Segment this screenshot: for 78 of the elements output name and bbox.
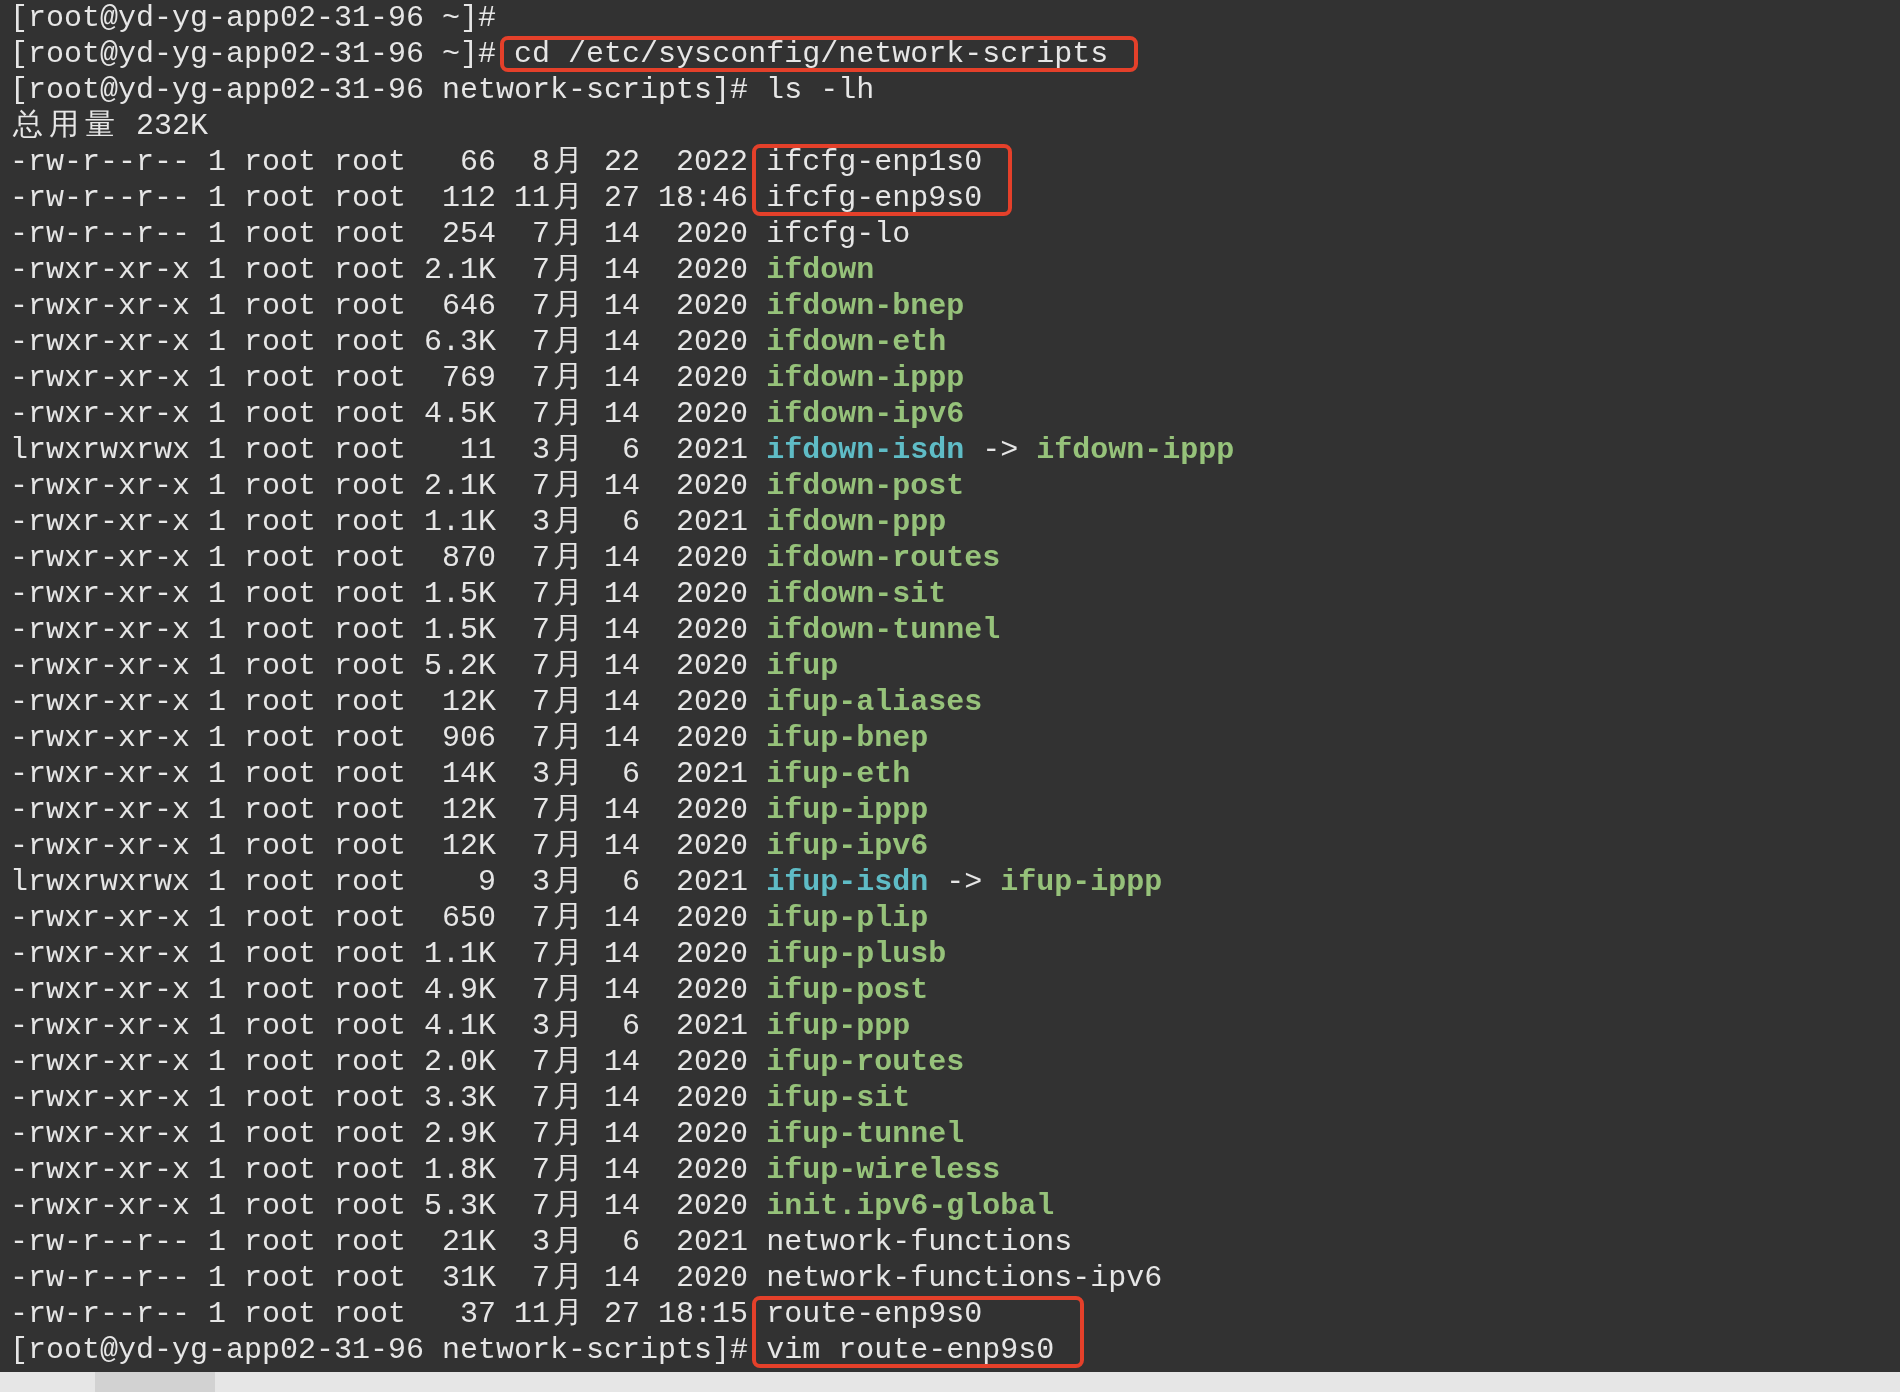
executable-file-name: ifup-wireless — [766, 1153, 1001, 1187]
executable-file-name: ifup-routes — [766, 1045, 965, 1079]
terminal-text: -rw-r--r-- 1 root root 21K 3月 6 2021 — [10, 1225, 750, 1259]
executable-file-name: ifdown-ppp — [766, 505, 947, 539]
terminal-text: route-enp9s0 — [766, 1297, 983, 1331]
terminal-text: -rwxr-xr-x 1 root root 5.3K 7月 14 2020 — [10, 1189, 750, 1223]
terminal-text: -rwxr-xr-x 1 root root 4.9K 7月 14 2020 — [10, 973, 750, 1007]
executable-file-name: init.ipv6-global — [766, 1189, 1055, 1223]
terminal-text: network-functions — [766, 1225, 1073, 1259]
terminal-text: [root@yd-yg-app02-31-96 ~]# — [10, 37, 498, 71]
terminal-text: lrwxrwxrwx 1 root root 11 3月 6 2021 — [10, 433, 750, 467]
executable-file-name: ifup-tunnel — [766, 1117, 965, 1151]
executable-file-name: ifdown-routes — [766, 541, 1001, 575]
terminal-text: -rwxr-xr-x 1 root root 1.5K 7月 14 2020 — [10, 577, 750, 611]
symlink-name: ifdown-isdn — [766, 433, 965, 467]
terminal-text: -rwxr-xr-x 1 root root 1.5K 7月 14 2020 — [10, 613, 750, 647]
terminal-text: -rwxr-xr-x 1 root root 4.1K 3月 6 2021 — [10, 1009, 750, 1043]
executable-file-name: ifup-sit — [766, 1081, 911, 1115]
terminal-text: ifcfg-lo — [766, 217, 911, 251]
terminal-text: -rw-r--r-- 1 root root 31K 7月 14 2020 — [10, 1261, 750, 1295]
scrollbar-thumb[interactable] — [95, 1372, 215, 1392]
terminal-text: -rwxr-xr-x 1 root root 1.1K 7月 14 2020 — [10, 937, 750, 971]
terminal-text: -rwxr-xr-x 1 root root 650 7月 14 2020 — [10, 901, 750, 935]
executable-file-name: ifup-ppp — [766, 1009, 911, 1043]
terminal-text: -rwxr-xr-x 1 root root 5.2K 7月 14 2020 — [10, 649, 750, 683]
terminal-text: cd /etc/sysconfig/network-scripts — [514, 37, 1109, 71]
terminal-text: -rwxr-xr-x 1 root root 12K 7月 14 2020 — [10, 685, 750, 719]
terminal-text: -rwxr-xr-x 1 root root 906 7月 14 2020 — [10, 721, 750, 755]
executable-file-name: ifup-ippp — [1000, 865, 1163, 899]
executable-file-name: ifdown-eth — [766, 325, 947, 359]
terminal-text: -rwxr-xr-x 1 root root 14K 3月 6 2021 — [10, 757, 750, 791]
executable-file-name: ifup-ipv6 — [766, 829, 929, 863]
executable-file-name: ifdown-post — [766, 469, 965, 503]
terminal-text: -rwxr-xr-x 1 root root 12K 7月 14 2020 — [10, 793, 750, 827]
terminal-text: -rwxr-xr-x 1 root root 6.3K 7月 14 2020 — [10, 325, 750, 359]
terminal-text: vim route-enp9s0 — [766, 1333, 1055, 1367]
terminal-text: -rw-r--r-- 1 root root 66 8月 22 2022 — [10, 145, 750, 179]
terminal-text: -rwxr-xr-x 1 root root 1.8K 7月 14 2020 — [10, 1153, 750, 1187]
executable-file-name: ifdown-sit — [766, 577, 947, 611]
executable-file-name: ifup — [766, 649, 839, 683]
terminal-text: -rwxr-xr-x 1 root root 3.3K 7月 14 2020 — [10, 1081, 750, 1115]
terminal-text: -> — [945, 865, 984, 899]
executable-file-name: ifup-post — [766, 973, 929, 1007]
terminal-text: -rwxr-xr-x 1 root root 2.1K 7月 14 2020 — [10, 253, 750, 287]
terminal-text: ifcfg-enp9s0 — [766, 181, 983, 215]
terminal-text: 总用量 232K — [12, 109, 208, 143]
executable-file-name: ifup-aliases — [766, 685, 983, 719]
terminal-text: ifcfg-enp1s0 — [766, 145, 983, 179]
executable-file-name: ifdown-ippp — [766, 361, 965, 395]
executable-file-name: ifdown — [766, 253, 875, 287]
terminal-text: -rwxr-xr-x 1 root root 2.0K 7月 14 2020 — [10, 1045, 750, 1079]
executable-file-name: ifdown-ipv6 — [766, 397, 965, 431]
executable-file-name: ifdown-tunnel — [766, 613, 1001, 647]
executable-file-name: ifup-plip — [766, 901, 929, 935]
terminal-text: -rw-r--r-- 1 root root 112 11月 27 18:46 — [10, 181, 750, 215]
executable-file-name: ifup-ippp — [766, 793, 929, 827]
executable-file-name: ifup-plusb — [766, 937, 947, 971]
terminal-text: -rwxr-xr-x 1 root root 12K 7月 14 2020 — [10, 829, 750, 863]
terminal-text: lrwxrwxrwx 1 root root 9 3月 6 2021 — [10, 865, 750, 899]
terminal-text: -rwxr-xr-x 1 root root 646 7月 14 2020 — [10, 289, 750, 323]
executable-file-name: ifup-bnep — [766, 721, 929, 755]
terminal-text: -rwxr-xr-x 1 root root 870 7月 14 2020 — [10, 541, 750, 575]
symlink-name: ifup-isdn — [766, 865, 929, 899]
terminal-text: [root@yd-yg-app02-31-96 network-scripts]# — [10, 1333, 750, 1367]
executable-file-name: ifup-eth — [766, 757, 911, 791]
terminal-text: -rwxr-xr-x 1 root root 2.9K 7月 14 2020 — [10, 1117, 750, 1151]
terminal-text: network-functions-ipv6 — [766, 1261, 1163, 1295]
terminal-text: -rwxr-xr-x 1 root root 2.1K 7月 14 2020 — [10, 469, 750, 503]
terminal-text: -rwxr-xr-x 1 root root 4.5K 7月 14 2020 — [10, 397, 750, 431]
executable-file-name: ifdown-bnep — [766, 289, 965, 323]
executable-file-name: ifdown-ippp — [1036, 433, 1235, 467]
terminal-text: -rw-r--r-- 1 root root 254 7月 14 2020 — [10, 217, 750, 251]
terminal-text: [root@yd-yg-app02-31-96 ~]# — [10, 1, 497, 35]
terminal-text: -rw-r--r-- 1 root root 37 11月 27 18:15 — [10, 1297, 750, 1331]
terminal-text: [root@yd-yg-app02-31-96 network-scripts]# ls -lh — [10, 73, 875, 107]
terminal-text: -> — [981, 433, 1020, 467]
terminal-text: -rwxr-xr-x 1 root root 769 7月 14 2020 — [10, 361, 750, 395]
terminal-text: -rwxr-xr-x 1 root root 1.1K 3月 6 2021 — [10, 505, 750, 539]
